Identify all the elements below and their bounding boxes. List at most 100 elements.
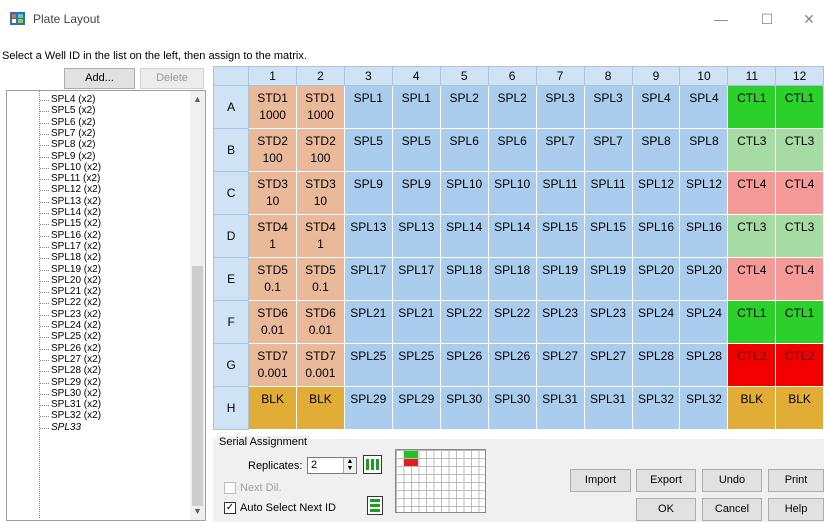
list-item[interactable]: SPL4 (x2) [39,94,95,105]
well-cell[interactable]: SPL8 [679,128,729,172]
list-item[interactable]: SPL16 (x2) [39,230,101,241]
column-header[interactable]: 1 [248,66,298,86]
well-cell[interactable]: CTL3 [727,214,777,258]
well-cell[interactable]: STD4 1 [248,214,298,258]
well-cell[interactable]: SPL29 [343,386,393,430]
well-cell[interactable]: SPL3 [583,85,633,129]
column-header[interactable]: 10 [679,66,729,86]
replicates-stepper[interactable]: 2 ▲ ▼ [307,457,357,474]
well-id-list[interactable]: SPL4 (x2) SPL5 (x2) SPL6 (x2) SPL7 (x2) SPL8… [6,90,206,521]
help-button[interactable]: Help [768,498,824,521]
well-cell[interactable]: SPL2 [439,85,489,129]
well-cell[interactable]: STD1 1000 [248,85,298,129]
delete-button[interactable]: Delete [140,68,204,89]
well-cell[interactable]: BLK [296,386,345,430]
list-item[interactable]: SPL24 (x2) [39,320,101,331]
column-header[interactable]: 11 [727,66,777,86]
well-cell[interactable]: SPL23 [583,300,633,344]
column-header[interactable]: 4 [391,66,441,86]
row-header[interactable]: D [212,214,250,258]
next-dil-checkbox[interactable] [224,482,236,494]
well-cell[interactable]: SPL10 [439,171,489,215]
list-item[interactable]: SPL5 (x2) [39,105,95,116]
row-header[interactable]: B [212,128,250,172]
well-cell[interactable]: SPL28 [679,343,729,387]
well-cell[interactable]: STD2 100 [296,128,345,172]
list-item[interactable]: SPL26 (x2) [39,343,101,354]
column-header[interactable]: 2 [296,66,345,86]
list-item[interactable]: SPL33 [39,422,81,433]
well-cell[interactable]: STD6 0.01 [248,300,298,344]
column-header[interactable]: 12 [775,66,824,86]
well-cell[interactable]: SPL20 [679,257,729,301]
list-scrollbar[interactable]: ▲ ▼ [190,91,205,520]
row-header[interactable]: F [212,300,250,344]
well-cell[interactable]: SPL14 [439,214,489,258]
list-item[interactable]: SPL32 (x2) [39,410,101,421]
well-cell[interactable]: SPL12 [631,171,681,215]
well-cell[interactable]: SPL1 [391,85,441,129]
list-item[interactable]: SPL7 (x2) [39,128,95,139]
print-button[interactable]: Print [768,469,824,492]
replicates-value[interactable]: 2 [311,459,317,471]
list-item[interactable]: SPL27 (x2) [39,354,101,365]
well-cell[interactable]: SPL6 [487,128,537,172]
well-cell[interactable]: STD3 10 [248,171,298,215]
list-item[interactable]: SPL17 (x2) [39,241,101,252]
undo-button[interactable]: Undo [702,469,762,492]
auto-select-checkbox[interactable]: ✓ [224,502,236,514]
well-cell[interactable]: SPL10 [487,171,537,215]
well-cell[interactable]: CTL4 [775,257,824,301]
well-cell[interactable]: SPL9 [391,171,441,215]
well-cell[interactable]: SPL11 [583,171,633,215]
well-cell[interactable]: SPL28 [631,343,681,387]
list-item[interactable]: SPL9 (x2) [39,151,95,162]
scroll-up-icon[interactable]: ▲ [190,94,205,104]
well-cell[interactable]: STD2 100 [248,128,298,172]
well-cell[interactable]: SPL19 [583,257,633,301]
well-cell[interactable]: STD4 1 [296,214,345,258]
well-cell[interactable]: STD6 0.01 [296,300,345,344]
well-cell[interactable]: CTL3 [775,128,824,172]
row-header[interactable]: G [212,343,250,387]
well-cell[interactable]: SPL24 [631,300,681,344]
well-cell[interactable]: SPL17 [391,257,441,301]
well-cell[interactable]: SPL18 [439,257,489,301]
well-cell[interactable]: BLK [727,386,777,430]
well-cell[interactable]: BLK [775,386,824,430]
well-cell[interactable]: SPL1 [343,85,393,129]
list-item[interactable]: SPL11 (x2) [39,173,100,184]
well-cell[interactable]: SPL20 [631,257,681,301]
well-cell[interactable]: CTL4 [775,171,824,215]
list-item[interactable]: SPL15 (x2) [39,218,101,229]
list-item[interactable]: SPL14 (x2) [39,207,101,218]
well-cell[interactable]: CTL1 [727,85,777,129]
well-cell[interactable]: SPL5 [343,128,393,172]
well-cell[interactable]: CTL4 [727,257,777,301]
well-cell[interactable]: SPL16 [679,214,729,258]
well-cell[interactable]: BLK [248,386,298,430]
well-cell[interactable]: SPL7 [535,128,585,172]
column-header[interactable]: 6 [487,66,537,86]
well-cell[interactable]: STD5 0.1 [248,257,298,301]
well-cell[interactable]: SPL5 [391,128,441,172]
well-cell[interactable]: SPL11 [535,171,585,215]
well-cell[interactable]: SPL32 [631,386,681,430]
scroll-down-icon[interactable]: ▼ [190,506,205,516]
list-item[interactable]: SPL29 (x2) [39,377,101,388]
well-cell[interactable]: SPL9 [343,171,393,215]
well-cell[interactable]: SPL31 [535,386,585,430]
list-item[interactable]: SPL6 (x2) [39,117,95,128]
minimize-button[interactable]: — [706,8,736,30]
well-cell[interactable]: CTL2 [775,343,824,387]
column-header[interactable]: 7 [535,66,585,86]
well-cell[interactable]: SPL18 [487,257,537,301]
well-cell[interactable]: CTL2 [727,343,777,387]
column-fill-icon[interactable] [363,455,382,474]
well-cell[interactable]: SPL2 [487,85,537,129]
well-cell[interactable]: SPL15 [583,214,633,258]
add-button[interactable]: Add... [64,68,135,89]
row-header[interactable]: E [212,257,250,301]
well-cell[interactable]: SPL30 [487,386,537,430]
well-cell[interactable]: SPL30 [439,386,489,430]
